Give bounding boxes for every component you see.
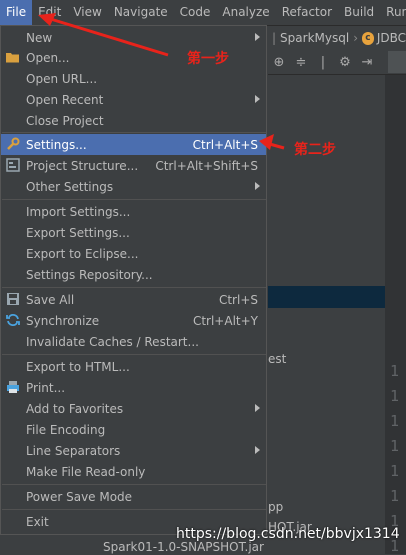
line-number: 1 (390, 362, 400, 380)
line-number: 1 (390, 387, 400, 405)
hide-icon[interactable]: ⇥ (356, 55, 378, 70)
menu-item-settings-repository[interactable]: Settings Repository... (1, 264, 266, 285)
menu-item-settings[interactable]: Settings... Ctrl+Alt+S (1, 134, 266, 155)
navigation-breadcrumb: | SparkMysql › c JDBC (268, 27, 406, 49)
menu-item-new[interactable]: New (1, 27, 266, 48)
menu-item-invalidate-caches[interactable]: Invalidate Caches / Restart... (1, 331, 266, 352)
menu-item-power-save[interactable]: Power Save Mode (1, 486, 266, 507)
wrench-icon (5, 136, 21, 152)
menu-item-add-favorites[interactable]: Add to Favorites (1, 398, 266, 419)
menu-item-open-url[interactable]: Open URL... (1, 68, 266, 89)
menu-build[interactable]: Build (338, 0, 380, 25)
menu-analyze[interactable]: Analyze (216, 0, 275, 25)
line-number: 1 (390, 487, 400, 505)
editor-gutter: 1 1 1 1 1 1 1 1 (385, 75, 406, 555)
menu-separator (2, 509, 266, 510)
shortcut-label: Ctrl+Alt+Shift+S (155, 158, 258, 173)
menu-item-other-settings[interactable]: Other Settings (1, 176, 266, 197)
sync-icon (5, 312, 21, 328)
line-number: 1 (390, 412, 400, 430)
menu-item-save-all[interactable]: Save All Ctrl+S (1, 289, 266, 310)
shortcut-label: Ctrl+Alt+Y (192, 313, 258, 328)
menu-item-open-recent[interactable]: Open Recent (1, 89, 266, 110)
menu-item-import-settings[interactable]: Import Settings... (1, 201, 266, 222)
gear-icon[interactable]: ⚙ (334, 55, 356, 70)
line-number: 1 (390, 437, 400, 455)
menu-separator (2, 354, 266, 355)
tree-item-snapshot-jar[interactable]: Spark01-1.0-SNAPSHOT.jar (103, 540, 264, 554)
project-toolbar: ⊕ ≑ | ⚙ ⇥ (268, 50, 406, 75)
shortcut-label: Ctrl+Alt+S (192, 137, 258, 152)
project-tree-selection[interactable] (268, 286, 385, 308)
menu-item-synchronize[interactable]: Synchronize Ctrl+Alt+Y (1, 310, 266, 331)
submenu-arrow-icon (255, 33, 260, 41)
annotation-step2: 第二步 (294, 142, 336, 158)
menu-separator (2, 484, 266, 485)
menu-bar: File Edit View Navigate Code Analyze Ref… (0, 0, 406, 26)
menu-separator (2, 199, 266, 200)
breadcrumb-sparkmysql[interactable]: SparkMysql (280, 31, 349, 45)
menu-item-file-encoding[interactable]: File Encoding (1, 419, 266, 440)
watermark: https://blog.csdn.net/bbvjx1314 (176, 526, 400, 542)
menu-code[interactable]: Code (174, 0, 217, 25)
project-structure-icon (5, 157, 21, 173)
menu-item-export-settings[interactable]: Export Settings... (1, 222, 266, 243)
submenu-arrow-icon (255, 182, 260, 190)
tree-item-text: est (268, 352, 287, 366)
folder-icon (5, 49, 21, 65)
breadcrumb-separator: › (353, 31, 358, 45)
menu-navigate[interactable]: Navigate (108, 0, 174, 25)
target-icon[interactable]: ⊕ (268, 55, 290, 70)
divider-icon: | (320, 54, 326, 70)
breadcrumb-separator: | (272, 31, 277, 45)
submenu-arrow-icon (255, 446, 260, 454)
editor-tab[interactable] (388, 51, 406, 73)
printer-icon (5, 379, 21, 395)
menu-item-make-readonly[interactable]: Make File Read-only (1, 461, 266, 482)
submenu-arrow-icon (255, 404, 260, 412)
shortcut-label: Ctrl+S (218, 292, 258, 307)
menu-separator (2, 287, 266, 288)
menu-item-project-structure[interactable]: Project Structure... Ctrl+Alt+Shift+S (1, 155, 266, 176)
menu-view[interactable]: View (67, 0, 107, 25)
menu-run[interactable]: Run (380, 0, 406, 25)
menu-refactor[interactable]: Refactor (276, 0, 338, 25)
class-icon: c (362, 31, 374, 45)
tree-item-text: pp (268, 500, 284, 514)
save-icon (5, 291, 21, 307)
menu-item-export-html[interactable]: Export to HTML... (1, 356, 266, 377)
menu-item-print[interactable]: Print... (1, 377, 266, 398)
menu-separator (2, 132, 266, 133)
menu-item-export-eclipse[interactable]: Export to Eclipse... (1, 243, 266, 264)
menu-file[interactable]: File (0, 0, 33, 25)
menu-edit[interactable]: Edit (32, 0, 67, 25)
submenu-arrow-icon (255, 95, 260, 103)
menu-item-line-separators[interactable]: Line Separators (1, 440, 266, 461)
collapse-icon[interactable]: ≑ (290, 55, 312, 70)
line-number: 1 (390, 462, 400, 480)
menu-item-close-project[interactable]: Close Project (1, 110, 266, 131)
breadcrumb-jdbc[interactable]: JDBC (377, 31, 406, 45)
annotation-step1: 第一步 (187, 51, 229, 67)
file-menu-dropdown: New Open... Open URL... Open Recent Clos… (0, 25, 267, 535)
